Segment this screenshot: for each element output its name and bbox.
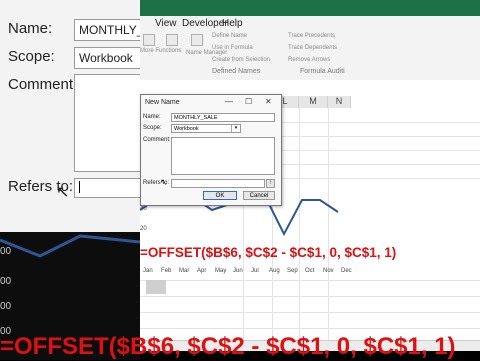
bg-comment-label: Comment: [8,76,78,93]
chart-x-label: Apr [197,268,207,274]
scope-value: Workbook [174,126,199,132]
chart-x-label: Jun [233,268,243,274]
column-header-m[interactable]: M [299,96,328,108]
chart-x-label: May [215,268,227,274]
chart-x-label: Feb [161,268,172,274]
remove-arrows-button[interactable]: Remove Arrows [288,57,330,63]
gridline [140,296,480,297]
chart-x-label: Jul [251,268,259,274]
comment-input[interactable] [171,137,275,175]
chart-x-label: Aug [269,268,280,274]
bg-scope-select[interactable]: Workbook [74,47,146,69]
chart-x-label: Jan [143,268,153,274]
title-bar [140,0,480,16]
functions-icon [143,34,155,46]
mouse-pointer-icon: ↖ [160,177,168,187]
tab-view[interactable]: View [155,18,177,29]
bg-refers-input[interactable] [74,178,142,198]
bg-tick-3: 00 [0,301,12,312]
bg-name-label: Name: [8,20,53,37]
bg-scope-label: Scope: [8,48,55,65]
more-functions-icon [166,34,178,46]
cancel-button[interactable]: Cancel [243,191,275,200]
chart-x-label: Nov [323,268,334,274]
name-input[interactable]: MONTHLY_SALE [171,113,275,122]
gridline [140,312,480,313]
scope-select[interactable]: Workbook ▾ [171,124,241,133]
gridline [140,328,480,329]
new-name-dialog: New Name — ☐ ✕ Name: MONTHLY_SALE Scope:… [140,94,282,206]
tab-developer[interactable]: Developer [182,18,228,29]
trace-precedents-button[interactable]: Trace Precedents [288,33,335,39]
gridline [140,280,480,281]
bg-comment-input[interactable] [74,74,142,172]
column-header-n[interactable]: N [328,96,351,108]
collapse-dialog-icon[interactable]: ↑ [266,179,275,188]
text-caret [79,181,80,193]
chart-x-label: Dec [341,268,352,274]
selected-cell [146,280,166,294]
chevron-down-icon: ▾ [231,125,240,132]
name-manager-icon [191,34,203,46]
tab-help[interactable]: Help [222,18,243,29]
functions-button[interactable]: More Functions [140,48,181,54]
group-formula-auditing: Formula Auditi [300,68,345,75]
create-from-selection-button[interactable]: Create from Selection [212,57,270,63]
chart-x-label: Mar [179,268,190,274]
bg-line-series [0,234,140,258]
define-name-button[interactable]: Define Name [212,33,247,39]
maximize-icon[interactable]: ☐ [245,97,252,106]
dialog-title: New Name [145,99,180,106]
name-label: Name: [143,114,161,120]
use-in-formula-button[interactable]: Use in Formula [212,45,253,51]
group-defined-names: Defined Names [212,68,261,75]
chart-x-label: Oct [305,268,315,274]
minimize-icon[interactable]: — [225,97,233,106]
chart-x-label: Sep [287,268,298,274]
ok-button[interactable]: OK [203,191,237,200]
comment-label: Comment: [143,137,171,143]
refers-input[interactable] [171,179,265,188]
formula-overlay: =OFFSET($B$6, $C$2 - $C$1, 0, $C$1, 1) [140,245,397,260]
trace-dependents-button[interactable]: Trace Dependents [288,45,337,51]
formula-overlay-large: =OFFSET($B$6, $C$2 - $C$1, 0, $C$1, 1) [0,333,456,360]
bg-name-input[interactable]: MONTHLY_ [74,19,146,41]
mouse-cursor-icon: ↖ [56,184,70,201]
scope-label: Scope: [143,125,162,131]
close-icon[interactable]: ✕ [265,97,272,106]
